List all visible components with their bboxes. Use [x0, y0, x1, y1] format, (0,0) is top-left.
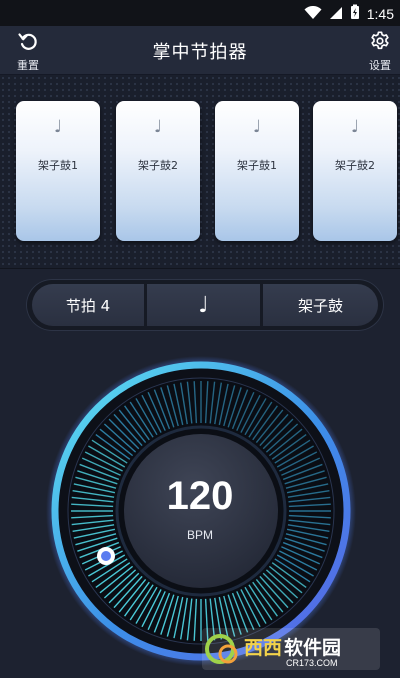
pad-label: 架子鼓1 [38, 159, 78, 172]
signal-icon [329, 5, 343, 24]
drum-pad-1[interactable]: ♩ 架子鼓1 [16, 101, 100, 241]
dial-knob-handle[interactable] [97, 547, 115, 565]
page-title: 掌中节拍器 [152, 42, 248, 63]
pad-label: 架子鼓2 [335, 159, 375, 172]
note-value-selector[interactable]: ♩ [147, 284, 260, 326]
note-icon: ♩ [252, 117, 262, 137]
drum-pad-2[interactable]: ♩ 架子鼓2 [116, 101, 200, 241]
gear-icon [369, 31, 391, 56]
bpm-value: 120 [166, 474, 234, 518]
watermark-logo: 西西 软件园 CR173.COM [202, 628, 380, 670]
pad-label: 架子鼓1 [237, 159, 277, 172]
note-icon: ♩ [53, 117, 63, 137]
status-bar: 1:45 [0, 0, 400, 26]
beat-selector[interactable]: 节拍 4 [32, 284, 144, 326]
note-icon: ♩ [198, 292, 209, 318]
pads-area: ♩ 架子鼓1 ♩ 架子鼓2 ♩ 架子鼓1 ♩ 架子鼓2 [0, 75, 400, 269]
status-time: 1:45 [366, 6, 394, 22]
status-icons: 1:45 [304, 4, 394, 24]
drum-pad-3[interactable]: ♩ 架子鼓1 [215, 101, 299, 241]
settings-label: 设置 [369, 59, 391, 72]
battery-charging-icon [350, 4, 360, 24]
sound-selector[interactable]: 架子鼓 [263, 284, 378, 326]
wifi-icon [304, 5, 322, 24]
note-icon: ♩ [153, 117, 163, 137]
note-icon: ♩ [350, 117, 360, 137]
svg-text:CR173.COM: CR173.COM [286, 658, 338, 668]
pad-label: 架子鼓2 [138, 159, 178, 172]
settings-button[interactable]: 设置 [362, 30, 398, 73]
bpm-unit-label: BPM [186, 528, 213, 542]
svg-text:软件园: 软件园 [284, 636, 341, 659]
drum-pad-4[interactable]: ♩ 架子鼓2 [313, 101, 397, 241]
title-bar: 重置 掌中节拍器 设置 [0, 26, 400, 75]
svg-text:西西: 西西 [244, 637, 282, 659]
settings-selector: 节拍 4 ♩ 架子鼓 [26, 279, 384, 331]
